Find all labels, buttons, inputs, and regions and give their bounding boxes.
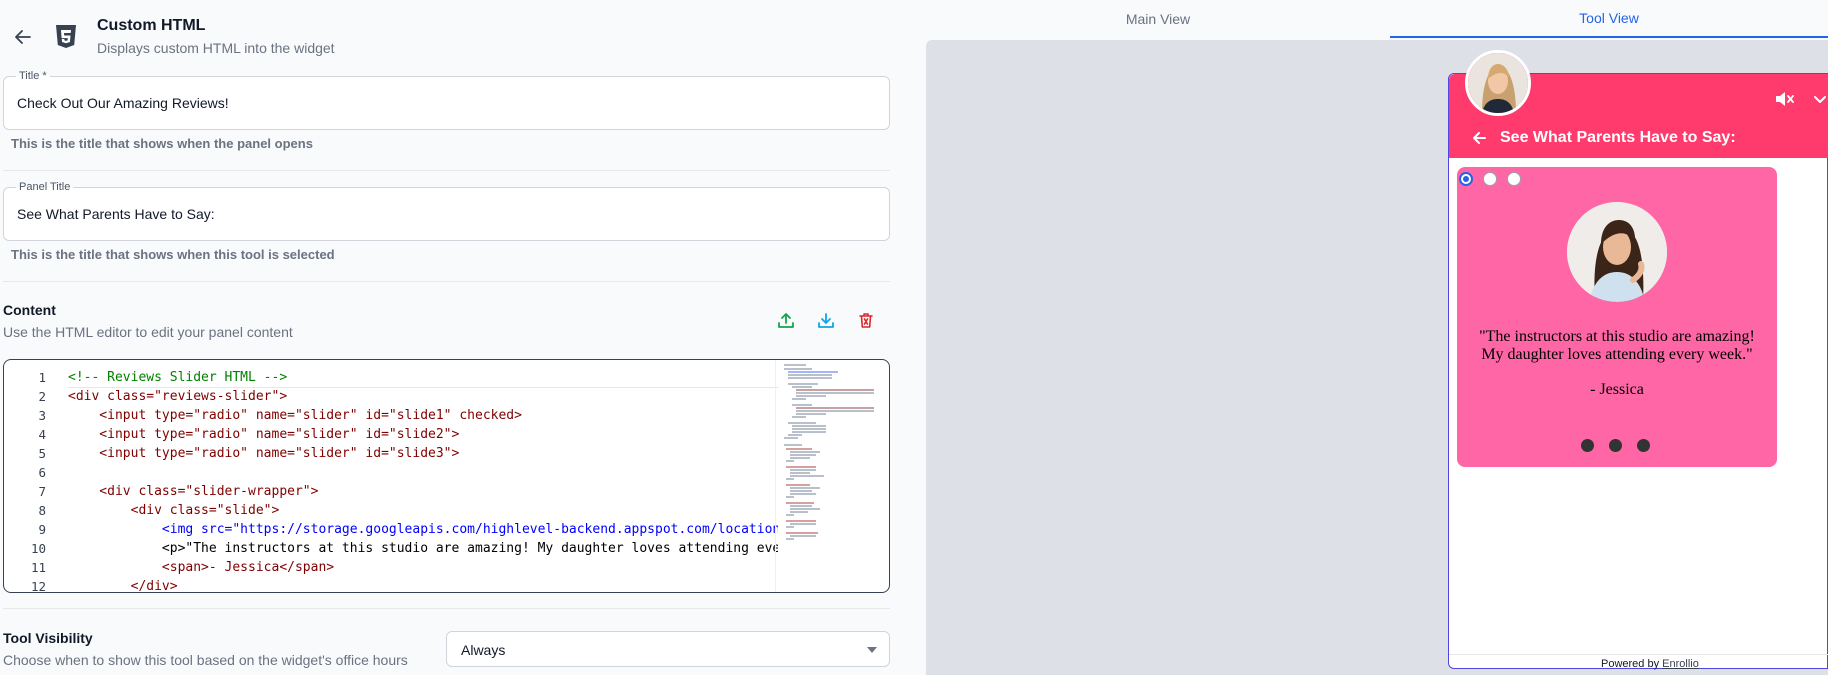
download-button[interactable] [815,309,837,331]
powered-by-label: Powered by [1601,658,1660,670]
content-subtitle: Use the HTML editor to edit your panel c… [3,324,293,340]
divider [3,608,890,609]
page-subtitle: Displays custom HTML into the widget [97,40,335,56]
upload-button[interactable] [775,309,797,331]
widget-header: See What Parents Have to Say: [1449,50,1828,158]
caret-down-icon [867,647,877,653]
panel-title-field-value[interactable]: See What Parents Have to Say: [17,206,215,222]
code-line[interactable]: <img src="https://storage.googleapis.com… [68,520,778,539]
reviewer-photo [1567,202,1667,302]
upload-icon [778,313,794,328]
widget-preview: See What Parents Have to Say: "The instr… [1448,50,1828,670]
content-title: Content [3,302,56,318]
line-number: 2 [38,389,46,404]
panel-title-field-label: Panel Title [16,181,74,193]
line-number: 3 [38,408,46,423]
line-number: 12 [30,579,46,593]
code-line[interactable]: <!-- Reviews Slider HTML --> [68,368,778,388]
code-line[interactable]: </div> [68,577,778,592]
line-number: 7 [38,484,46,499]
line-number: 10 [30,541,46,556]
slider-dot-1[interactable] [1581,439,1594,452]
review-quote: "The instructors at this studio are amaz… [1479,328,1755,363]
chevron-down-icon[interactable] [1811,90,1828,108]
html-code-editor[interactable]: 1 2 3 4 5 6 7 8 9 10 11 12 <!-- Reviews … [3,359,890,593]
settings-panel: Custom HTML Displays custom HTML into th… [0,0,900,675]
panel-title-hint: This is the title that shows when this t… [11,247,335,262]
code-line[interactable]: <div class="slider-wrapper"> [68,482,778,501]
slide-radio-3[interactable] [1507,172,1521,186]
tab-tool-view[interactable]: Tool View [1390,0,1828,38]
code-line[interactable]: <input type="radio" name="slider" id="sl… [68,425,778,444]
code-line[interactable]: <input type="radio" name="slider" id="sl… [68,444,778,463]
line-number: 8 [38,503,46,518]
agent-photo [1468,53,1528,113]
code-line[interactable]: <div class="reviews-slider"> [68,387,778,406]
mute-icon[interactable] [1773,88,1795,110]
widget-panel-title: See What Parents Have to Say: [1500,129,1736,146]
page-title: Custom HTML [97,17,206,34]
download-icon [818,313,834,328]
trash-icon [859,313,873,328]
panel-title-field[interactable]: Panel Title See What Parents Have to Say… [3,181,890,241]
code-line[interactable]: <input type="radio" name="slider" id="sl… [68,406,778,425]
code-line[interactable]: <div class="slide"> [68,501,778,520]
divider [3,281,890,282]
line-number: 5 [38,446,46,461]
line-number: 4 [38,427,46,442]
code-area[interactable]: <!-- Reviews Slider HTML --> <div class=… [68,368,778,592]
powered-by-footer: Powered by Enrollio [1449,654,1828,670]
code-line[interactable]: <p>"The instructors at this studio are a… [68,539,778,558]
widget-back-icon[interactable] [1469,128,1489,148]
powered-by-link[interactable]: Enrollio [1662,658,1699,670]
title-field[interactable]: Title * Check Out Our Amazing Reviews! [3,70,890,130]
visibility-title: Tool Visibility [3,630,93,646]
reviews-slider: "The instructors at this studio are amaz… [1457,167,1777,467]
back-button[interactable] [12,26,34,48]
visibility-select-value: Always [461,642,506,658]
title-hint: This is the title that shows when the pa… [11,136,313,151]
powered-by-text: Powered by Enrollio [1601,658,1699,670]
code-minimap[interactable] [775,360,879,592]
tab-main-view[interactable]: Main View [926,0,1390,38]
html5-icon [56,25,76,48]
line-gutter: 1 2 3 4 5 6 7 8 9 10 11 12 [4,368,54,593]
view-tabs: Main View Tool View [926,0,1828,38]
visibility-subtitle: Choose when to show this tool based on t… [3,652,408,668]
code-line[interactable] [68,463,778,482]
review-author: - Jessica [1590,381,1644,398]
delete-button[interactable] [855,309,877,331]
visibility-select[interactable]: Always [446,631,890,667]
slide-radio-1[interactable] [1459,172,1473,186]
line-number: 1 [38,370,46,385]
slider-dot-3[interactable] [1637,439,1650,452]
agent-avatar [1465,50,1531,116]
divider [3,170,890,171]
line-number: 6 [38,465,46,480]
slide-radio-2[interactable] [1483,172,1497,186]
code-line[interactable]: <span>- Jessica</span> [68,558,778,577]
line-number: 11 [30,560,46,575]
panel-header: Custom HTML Displays custom HTML into th… [0,0,900,66]
line-number: 9 [38,522,46,537]
title-field-value[interactable]: Check Out Our Amazing Reviews! [17,95,229,111]
title-field-label: Title * [16,70,50,82]
editor-scrollbar[interactable] [877,360,889,592]
slider-dot-2[interactable] [1609,439,1622,452]
reviewer-image [1567,202,1667,302]
app-root: Custom HTML Displays custom HTML into th… [0,0,1828,675]
arrow-left-icon [15,30,31,44]
